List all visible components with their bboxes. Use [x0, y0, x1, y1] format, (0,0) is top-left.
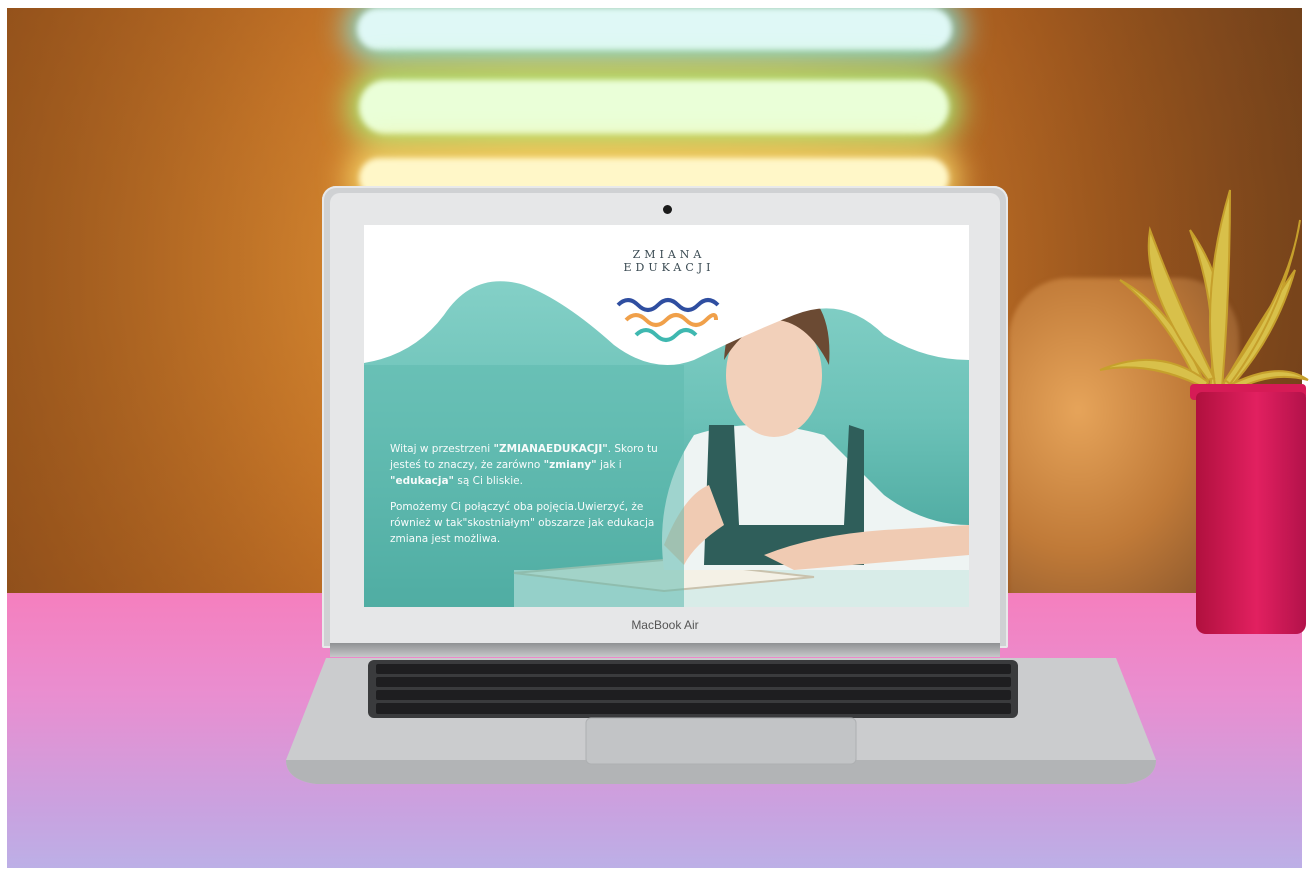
- laptop-screen: ZMIANA EDUKACJI Witaj w przestrzeni "ZMI…: [364, 225, 969, 607]
- second-paragraph: Pomożemy Ci połączyć oba pojęcia.Uwierzy…: [390, 501, 655, 545]
- brand-label: MacBook Air: [631, 618, 699, 632]
- intro-paragraph: Witaj w przestrzeni "ZMIANAEDUKACJI". Sk…: [390, 441, 670, 489]
- intro-brand: "ZMIANAEDUKACJI": [493, 443, 608, 455]
- logo-text: ZMIANA EDUKACJI: [623, 248, 715, 274]
- intro-part1: Witaj w przestrzeni: [390, 443, 494, 455]
- intro-part3: jak i: [596, 459, 622, 471]
- flower-pot: [1196, 392, 1306, 634]
- keyboard-and-trackpad: [286, 658, 1156, 784]
- camera-icon: [663, 205, 672, 214]
- plant-leaves: [1099, 189, 1309, 394]
- neon-light-top: [357, 8, 952, 50]
- intro-text-block: Witaj w przestrzeni "ZMIANAEDUKACJI". Sk…: [390, 441, 670, 557]
- intro-word-zmiany: "zmiany": [543, 459, 597, 471]
- intro-part4: są Ci bliskie.: [454, 475, 523, 487]
- laptop-base: [286, 650, 1156, 790]
- intro-word-edukacja: "edukacja": [390, 475, 455, 487]
- photo-scene: ZMIANA EDUKACJI Witaj w przestrzeni "ZMI…: [0, 0, 1309, 871]
- neon-light-middle: [359, 80, 949, 134]
- site-logo[interactable]: ZMIANA EDUKACJI: [604, 240, 734, 360]
